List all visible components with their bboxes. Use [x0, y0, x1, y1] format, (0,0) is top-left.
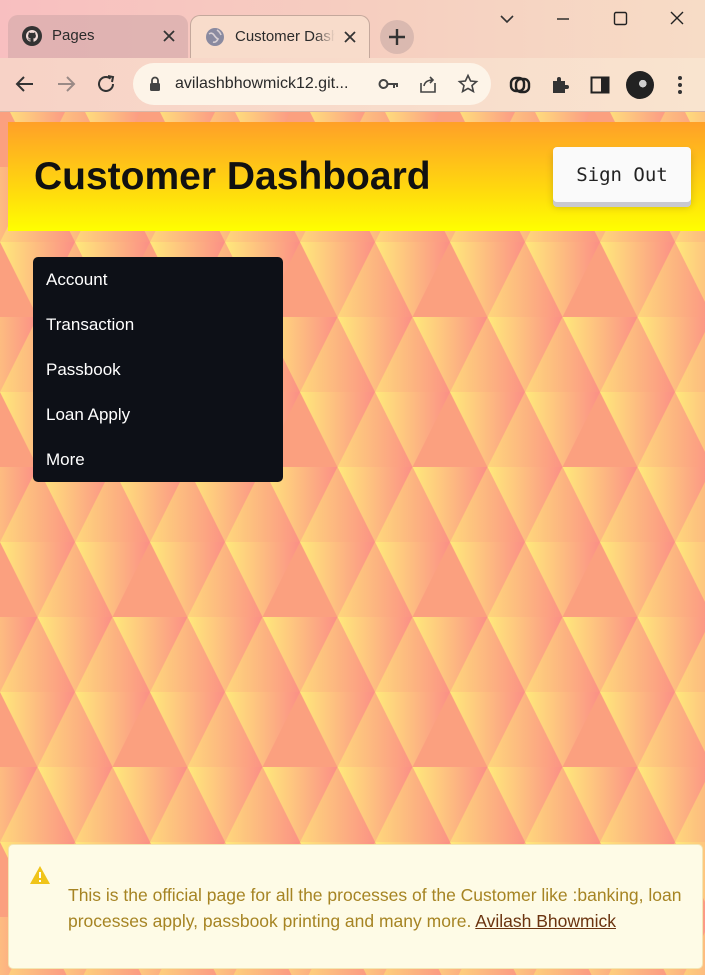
menu-dots-icon[interactable] — [668, 73, 692, 97]
key-icon[interactable] — [377, 74, 401, 94]
dashboard-header: Customer Dashboard Sign Out — [8, 122, 705, 231]
address-bar[interactable]: avilashbhowmick12.git... — [133, 63, 491, 105]
sign-out-button[interactable]: Sign Out — [553, 147, 691, 202]
page-viewport: Customer Dashboard Sign Out Account Tran… — [0, 112, 705, 975]
back-icon[interactable] — [13, 72, 37, 96]
github-icon — [22, 26, 42, 46]
extensions-puzzle-icon[interactable] — [548, 73, 572, 97]
reload-icon[interactable] — [94, 72, 118, 96]
nav-item-loan-apply[interactable]: Loan Apply — [33, 392, 283, 437]
tab-title: Pages — [52, 27, 95, 44]
share-icon[interactable] — [417, 73, 439, 95]
profile-avatar[interactable] — [626, 71, 654, 99]
author-link[interactable]: Avilash Bhowmick — [475, 911, 616, 931]
lock-icon[interactable] — [147, 75, 163, 93]
tab-strip: Pages Customer Dashboard — [0, 0, 705, 58]
star-icon[interactable] — [457, 73, 479, 95]
tab-customer-dashboard[interactable]: Customer Dashboard — [190, 15, 370, 58]
extension-link-icon[interactable] — [508, 73, 532, 97]
side-nav-menu: Account Transaction Passbook Loan Apply … — [33, 257, 283, 482]
tab-pages[interactable]: Pages — [8, 15, 188, 58]
nav-item-transaction[interactable]: Transaction — [33, 302, 283, 347]
globe-icon — [206, 28, 224, 46]
tab-search-icon[interactable] — [495, 8, 519, 30]
new-tab-button[interactable] — [380, 20, 414, 54]
forward-icon[interactable] — [54, 72, 78, 96]
tab-title: Customer Dashboard — [235, 28, 335, 45]
window-close-icon[interactable] — [665, 8, 689, 30]
browser-toolbar: avilashbhowmick12.git... — [0, 58, 705, 112]
close-icon[interactable] — [160, 27, 178, 45]
maximize-icon[interactable] — [608, 8, 632, 30]
nav-item-account[interactable]: Account — [33, 257, 283, 302]
close-icon[interactable] — [341, 28, 359, 46]
minimize-icon[interactable] — [551, 8, 575, 30]
page-title: Customer Dashboard — [34, 155, 431, 198]
nav-item-passbook[interactable]: Passbook — [33, 347, 283, 392]
info-alert: This is the official page for all the pr… — [8, 844, 703, 969]
url-text: avilashbhowmick12.git... — [175, 75, 349, 92]
alert-message: This is the official page for all the pr… — [68, 882, 693, 934]
plus-icon — [389, 29, 405, 45]
nav-item-more[interactable]: More — [33, 437, 283, 482]
side-panel-icon[interactable] — [588, 73, 612, 97]
warning-icon — [30, 866, 50, 884]
